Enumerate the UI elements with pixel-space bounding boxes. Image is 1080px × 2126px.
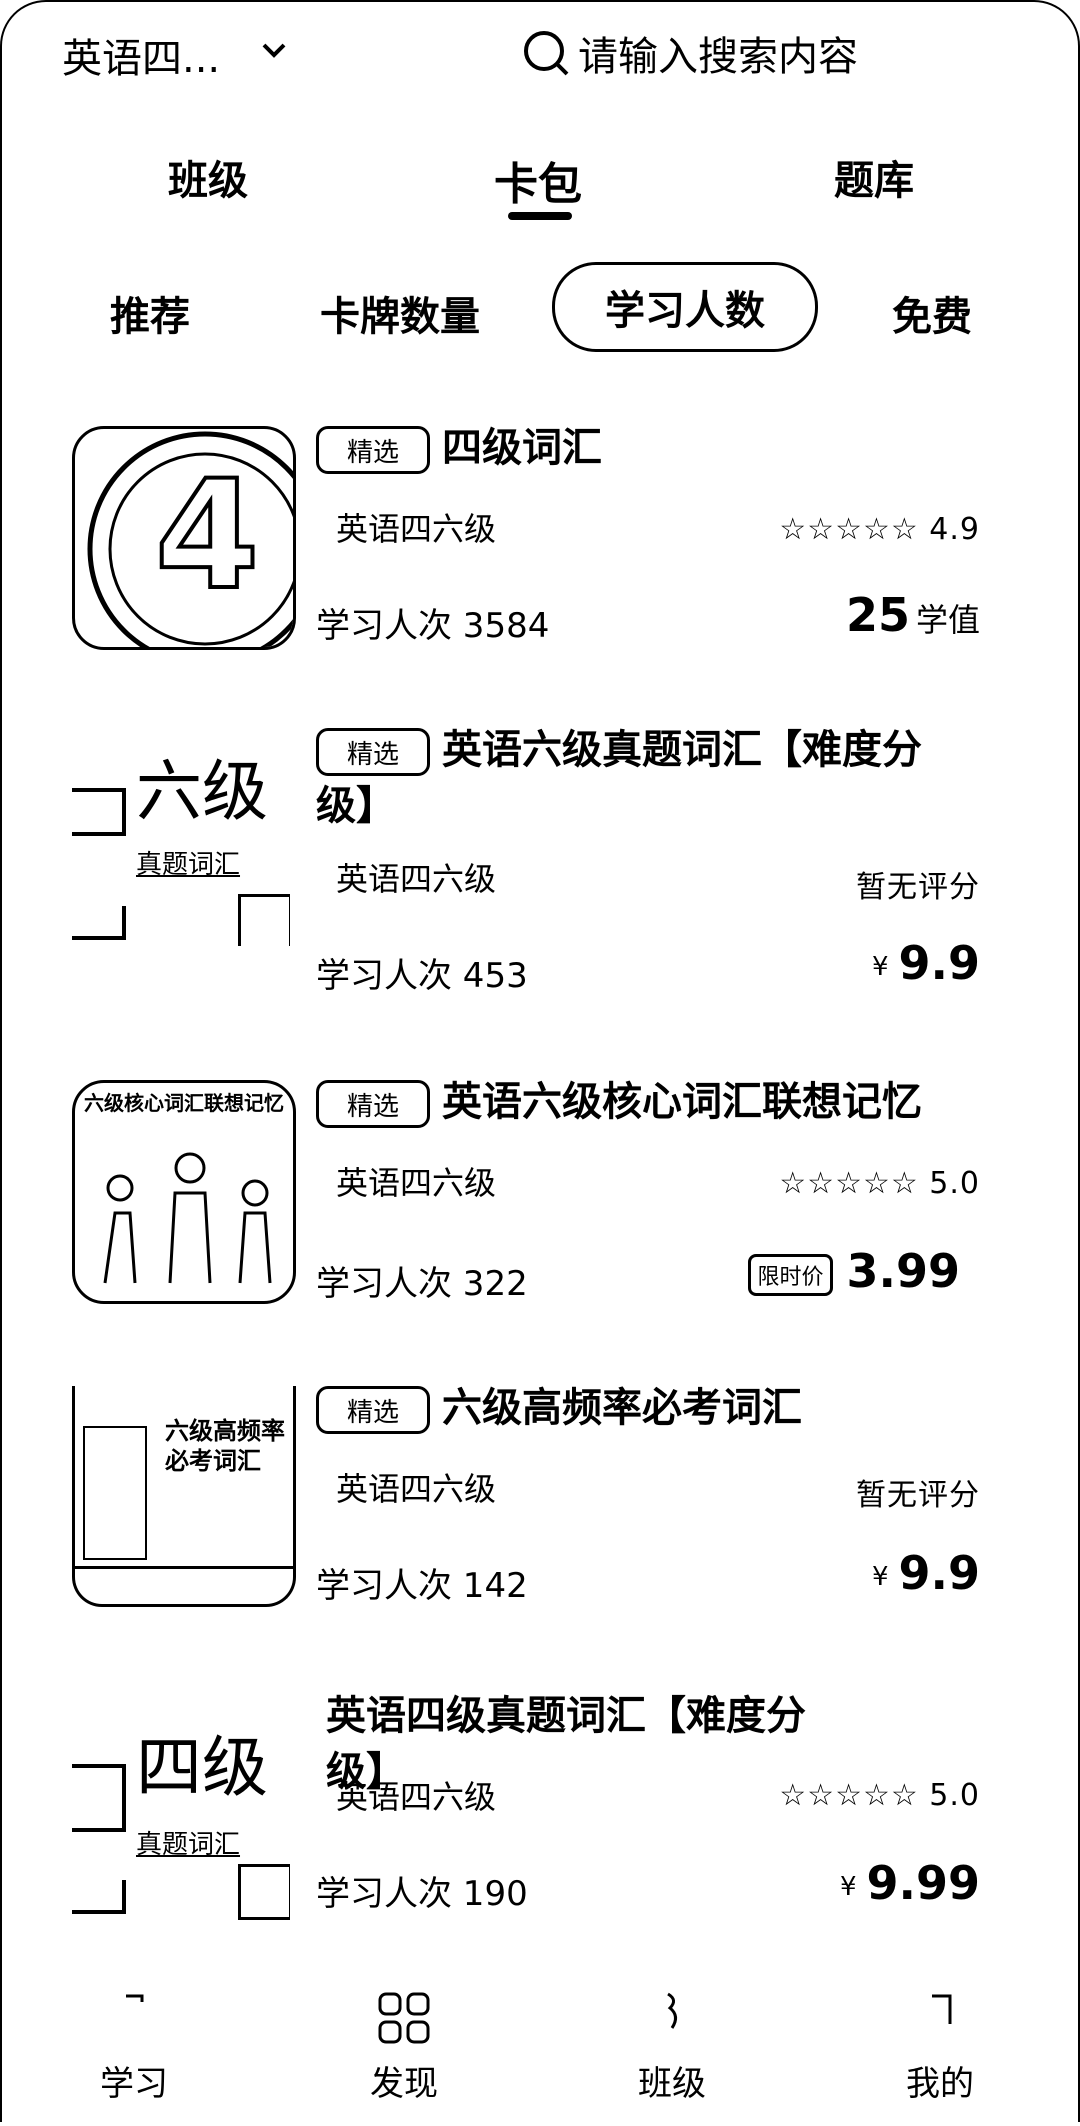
item-learners: 学习人次 322 bbox=[316, 1264, 528, 1304]
item-title: 四级词汇 bbox=[442, 425, 602, 471]
item-thumbnail: 4 bbox=[72, 426, 296, 650]
item-title: 六级高频率必考词汇 bbox=[442, 1385, 802, 1431]
list-item[interactable]: 六级 真题词汇 精选 英语六级真题词汇【难度分级】 英语四六级 暂无评分 学习人… bbox=[0, 727, 1080, 996]
item-price: 限时价 3.99 bbox=[748, 1244, 960, 1298]
item-category: 英语四六级 bbox=[336, 510, 497, 548]
search-icon bbox=[524, 31, 569, 76]
item-learners: 学习人次 142 bbox=[316, 1566, 528, 1606]
tab-question-bank[interactable]: 题库 bbox=[834, 148, 914, 206]
active-tab-indicator bbox=[508, 212, 572, 220]
featured-badge: 精选 bbox=[316, 1080, 430, 1128]
nav-study[interactable]: 学习 bbox=[74, 1988, 194, 2105]
item-title: 英语六级核心词汇联想记忆 bbox=[442, 1079, 922, 1125]
item-rating: 暂无评分 bbox=[856, 1478, 980, 1513]
item-learners: 学习人次 3584 bbox=[316, 606, 550, 646]
item-category: 英语四六级 bbox=[336, 860, 497, 898]
item-rating: ☆☆☆☆☆ 4.9 bbox=[779, 512, 980, 547]
chevron-down-icon[interactable] bbox=[258, 34, 290, 66]
list-item[interactable]: 4 精选 四级词汇 英语四六级 ☆☆☆☆☆ 4.9 学习人次 3584 25 学值 bbox=[0, 425, 1080, 656]
featured-badge: 精选 bbox=[316, 1386, 430, 1434]
item-thumbnail: 六级核心词汇联想记忆 bbox=[72, 1080, 296, 1304]
item-rating: ☆☆☆☆☆ 5.0 bbox=[779, 1778, 980, 1813]
study-icon bbox=[126, 1994, 144, 2002]
item-price: ¥9.99 bbox=[839, 1856, 980, 1910]
item-title: 英语六级真题词汇【难度分级】 bbox=[316, 727, 922, 829]
class-icon bbox=[667, 1992, 677, 2029]
filter-recommended[interactable]: 推荐 bbox=[110, 284, 190, 342]
search-bar[interactable]: 请输入搜索内容 bbox=[520, 24, 858, 82]
profile-icon bbox=[932, 1994, 952, 2024]
price-tag: 限时价 bbox=[748, 1253, 833, 1296]
top-bar: 英语四... 请输入搜索内容 bbox=[0, 0, 1080, 110]
list-item[interactable]: 四级 真题词汇 英语四级真题词汇【难度分级】 英语四六级 ☆☆☆☆☆ 5.0 学… bbox=[0, 1693, 1080, 1932]
nav-class[interactable]: 班级 bbox=[612, 1988, 732, 2105]
nav-discover[interactable]: 发现 bbox=[344, 1988, 464, 2105]
grid-icon bbox=[378, 1992, 430, 2044]
bottom-nav: 学习 发现 班级 我的 bbox=[0, 1988, 1080, 2126]
filter-card-count[interactable]: 卡牌数量 bbox=[320, 284, 480, 342]
nav-me[interactable]: 我的 bbox=[880, 1988, 1000, 2105]
item-thumbnail: 六级 真题词汇 bbox=[72, 728, 290, 946]
item-rating: ☆☆☆☆☆ 5.0 bbox=[779, 1166, 980, 1201]
item-thumbnail: 四级 真题词汇 bbox=[72, 1714, 290, 1932]
filter-free[interactable]: 免费 bbox=[892, 284, 972, 342]
featured-badge: 精选 bbox=[316, 426, 430, 474]
item-category: 英语四六级 bbox=[336, 1470, 497, 1508]
tab-card-pack[interactable]: 卡包 bbox=[494, 148, 582, 212]
list-item[interactable]: 六级高频率必考词汇 精选 六级高频率必考词汇 英语四六级 暂无评分 学习人次 1… bbox=[0, 1385, 1080, 1616]
item-category: 英语四六级 bbox=[336, 1164, 497, 1202]
thumb-number: 4 bbox=[153, 447, 261, 625]
item-price: 25 学值 bbox=[845, 588, 980, 642]
tab-class[interactable]: 班级 bbox=[168, 148, 248, 206]
item-learners: 学习人次 453 bbox=[316, 956, 528, 996]
item-rating: 暂无评分 bbox=[856, 870, 980, 905]
item-thumbnail: 六级高频率必考词汇 bbox=[72, 1386, 296, 1607]
list-item[interactable]: 六级核心词汇联想记忆 精选 英语六级核心词汇联想记忆 英语四六级 ☆☆☆☆☆ 5… bbox=[0, 1079, 1080, 1310]
item-learners: 学习人次 190 bbox=[316, 1874, 528, 1914]
item-price: ¥9.9 bbox=[871, 1546, 980, 1600]
filter-bar: 推荐 卡牌数量 学习人数 免费 bbox=[0, 262, 1080, 354]
filter-learners[interactable]: 学习人数 bbox=[552, 262, 818, 352]
category-selector[interactable]: 英语四... bbox=[62, 26, 220, 84]
item-price: ¥9.9 bbox=[871, 936, 980, 990]
item-category: 英语四六级 bbox=[336, 1778, 497, 1816]
search-placeholder: 请输入搜索内容 bbox=[578, 34, 858, 80]
